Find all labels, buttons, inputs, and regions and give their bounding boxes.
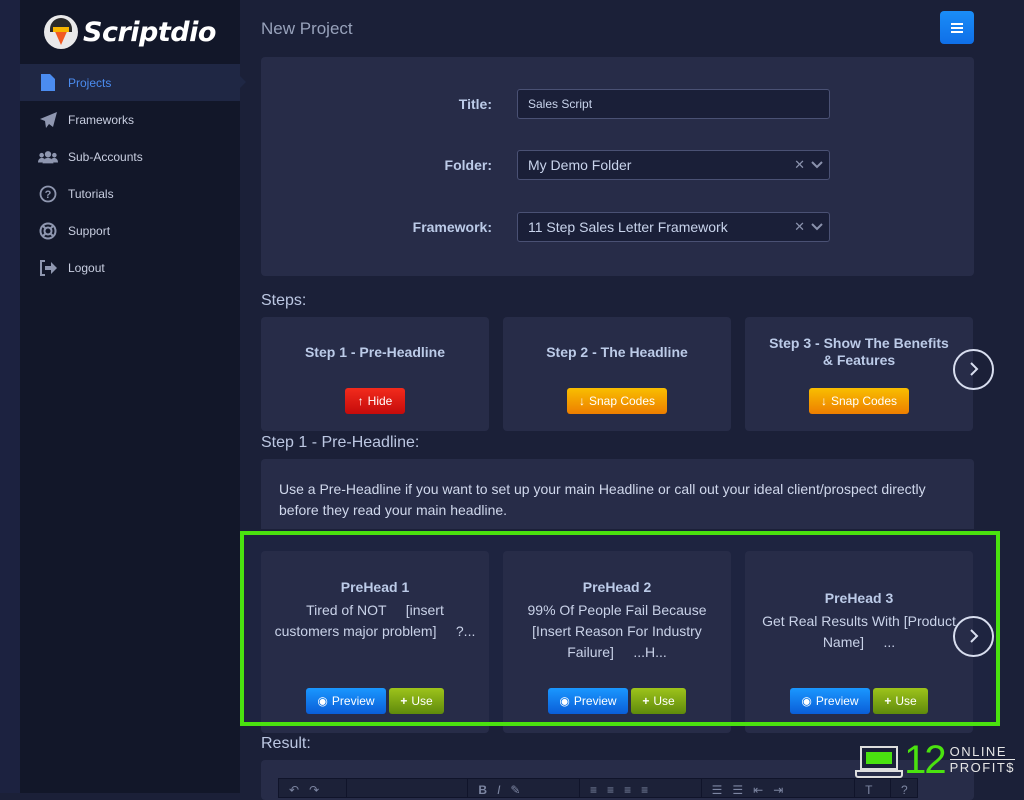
alignment-group: ≡ ≡ ≡ ≡ bbox=[580, 779, 702, 797]
sidebar-item-label: Tutorials bbox=[68, 186, 114, 201]
main-content: New Project Title: Sales Script Folder: … bbox=[240, 0, 1024, 800]
question-circle-icon: ? bbox=[38, 185, 58, 203]
sidebar-item-label: Sub-Accounts bbox=[68, 149, 143, 164]
step-card: Step 2 - The Headline ↓ Snap Codes bbox=[503, 317, 731, 431]
framework-row: Framework: 11 Step Sales Letter Framewor… bbox=[261, 212, 974, 242]
life-ring-icon bbox=[38, 222, 58, 240]
clear-icon[interactable]: ✕ bbox=[794, 151, 805, 179]
numbered-list-icon[interactable]: ☰ bbox=[732, 783, 743, 797]
project-form: Title: Sales Script Folder: My Demo Fold… bbox=[261, 57, 974, 276]
align-left-icon[interactable]: ≡ bbox=[590, 783, 597, 797]
users-icon bbox=[38, 148, 58, 166]
highlight-box bbox=[240, 531, 1000, 726]
laptop-chart-icon bbox=[855, 741, 903, 779]
sign-out-icon bbox=[38, 259, 58, 277]
sidebar-item-tutorials[interactable]: ? Tutorials bbox=[20, 175, 240, 212]
step-description-card: Use a Pre-Headline if you want to set up… bbox=[261, 459, 974, 529]
text-style-group: B I ✎ bbox=[468, 779, 581, 797]
logo-text: Scriptdio bbox=[83, 16, 216, 48]
watermark-text: ONLINE PROFIT$ bbox=[949, 744, 1015, 775]
steps-next-button[interactable] bbox=[953, 349, 994, 390]
step-title: Step 2 - The Headline bbox=[546, 344, 688, 360]
folder-value: My Demo Folder bbox=[528, 157, 632, 173]
paper-plane-icon bbox=[38, 111, 58, 129]
arrow-up-icon: ↑ bbox=[357, 394, 364, 408]
outdent-icon[interactable]: ⇤ bbox=[753, 783, 763, 797]
sidebar-item-label: Projects bbox=[68, 75, 112, 90]
paragraph-format-group[interactable] bbox=[347, 779, 469, 797]
sidebar-nav: Projects Frameworks Sub-Accounts ? Tutor… bbox=[20, 64, 246, 286]
hide-button[interactable]: ↑ Hide bbox=[345, 388, 405, 414]
step-title: Step 1 - Pre-Headline bbox=[304, 344, 446, 360]
sidebar-item-label: Frameworks bbox=[68, 112, 135, 127]
arrow-down-icon: ↓ bbox=[578, 394, 585, 408]
snap-codes-button[interactable]: ↓ Snap Codes bbox=[567, 388, 667, 414]
editor-toolbar: ↶ ↷ B I ✎ ≡ ≡ ≡ ≡ ☰ ☰ ⇤ ⇥ T ? bbox=[278, 778, 918, 798]
sidebar-item-projects[interactable]: Projects bbox=[20, 64, 246, 101]
sidebar-item-sub-accounts[interactable]: Sub-Accounts bbox=[20, 138, 240, 175]
sidebar-item-support[interactable]: Support bbox=[20, 212, 240, 249]
result-heading: Result: bbox=[261, 735, 311, 752]
arrow-down-icon: ↓ bbox=[820, 394, 827, 408]
file-icon bbox=[38, 74, 58, 92]
framework-label: Framework: bbox=[412, 219, 492, 235]
sidebar-item-logout[interactable]: Logout bbox=[20, 249, 240, 286]
help-icon[interactable]: ? bbox=[901, 783, 908, 797]
redo-icon[interactable]: ↷ bbox=[309, 783, 319, 797]
svg-text:?: ? bbox=[45, 189, 52, 201]
list-group: ☰ ☰ ⇤ ⇥ bbox=[702, 779, 856, 797]
align-justify-icon[interactable]: ≡ bbox=[641, 783, 648, 797]
clear-icon[interactable]: ✕ bbox=[794, 213, 805, 241]
italic-icon[interactable]: I bbox=[497, 783, 500, 797]
sidebar-item-label: Logout bbox=[68, 260, 105, 275]
hamburger-icon bbox=[951, 26, 963, 29]
bold-icon[interactable]: B bbox=[478, 783, 487, 797]
indent-icon[interactable]: ⇥ bbox=[773, 783, 783, 797]
watermark-logo: 12 ONLINE PROFIT$ bbox=[855, 737, 1015, 782]
folder-label: Folder: bbox=[444, 157, 492, 173]
step-title: Step 3 - Show The Benefits & Features bbox=[769, 335, 949, 368]
text-color-icon[interactable]: ✎ bbox=[510, 783, 520, 797]
title-input[interactable]: Sales Script bbox=[517, 89, 830, 119]
framework-value: 11 Step Sales Letter Framework bbox=[528, 219, 728, 235]
framework-select[interactable]: 11 Step Sales Letter Framework ✕ bbox=[517, 212, 830, 242]
folder-select[interactable]: My Demo Folder ✕ bbox=[517, 150, 830, 180]
step-description: Use a Pre-Headline if you want to set up… bbox=[279, 481, 926, 518]
step-card: Step 1 - Pre-Headline ↑ Hide bbox=[261, 317, 489, 431]
watermark-number: 12 bbox=[904, 737, 946, 782]
history-group: ↶ ↷ bbox=[279, 779, 347, 797]
folder-row: Folder: My Demo Folder ✕ bbox=[261, 150, 974, 180]
chevron-down-icon[interactable] bbox=[811, 151, 823, 179]
align-center-icon[interactable]: ≡ bbox=[607, 783, 614, 797]
sidebar-item-label: Support bbox=[68, 223, 111, 238]
title-label: Title: bbox=[458, 96, 492, 112]
left-edge-strip bbox=[0, 0, 20, 793]
page-title: New Project bbox=[261, 19, 353, 38]
sidebar-item-frameworks[interactable]: Frameworks bbox=[20, 101, 240, 138]
menu-toggle-button[interactable] bbox=[940, 11, 974, 44]
sidebar: Scriptdio Projects Frameworks Sub-Accoun… bbox=[20, 0, 246, 793]
step-card: Step 3 - Show The Benefits & Features ↓ … bbox=[745, 317, 973, 431]
title-row: Title: Sales Script bbox=[261, 89, 974, 119]
align-right-icon[interactable]: ≡ bbox=[624, 783, 631, 797]
logo[interactable]: Scriptdio bbox=[44, 12, 216, 52]
clear-format-icon[interactable]: T bbox=[865, 783, 872, 797]
logo-icon bbox=[44, 15, 78, 49]
snap-codes-button[interactable]: ↓ Snap Codes bbox=[809, 388, 909, 414]
chevron-right-icon bbox=[969, 357, 979, 383]
current-step-heading: Step 1 - Pre-Headline: bbox=[261, 434, 420, 451]
bullet-list-icon[interactable]: ☰ bbox=[712, 783, 723, 797]
steps-heading: Steps: bbox=[261, 292, 307, 309]
undo-icon[interactable]: ↶ bbox=[289, 783, 299, 797]
chevron-down-icon[interactable] bbox=[811, 213, 823, 241]
